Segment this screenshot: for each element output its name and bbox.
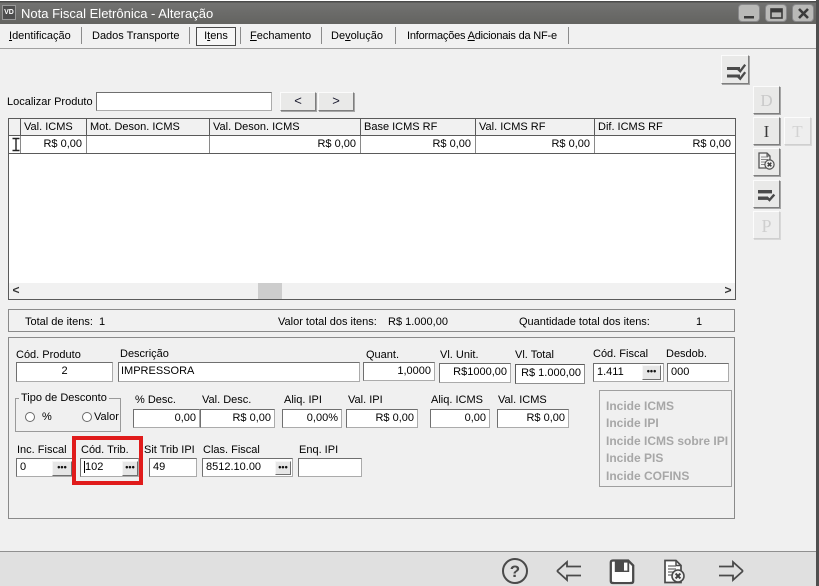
svg-text:?: ?	[510, 562, 520, 581]
